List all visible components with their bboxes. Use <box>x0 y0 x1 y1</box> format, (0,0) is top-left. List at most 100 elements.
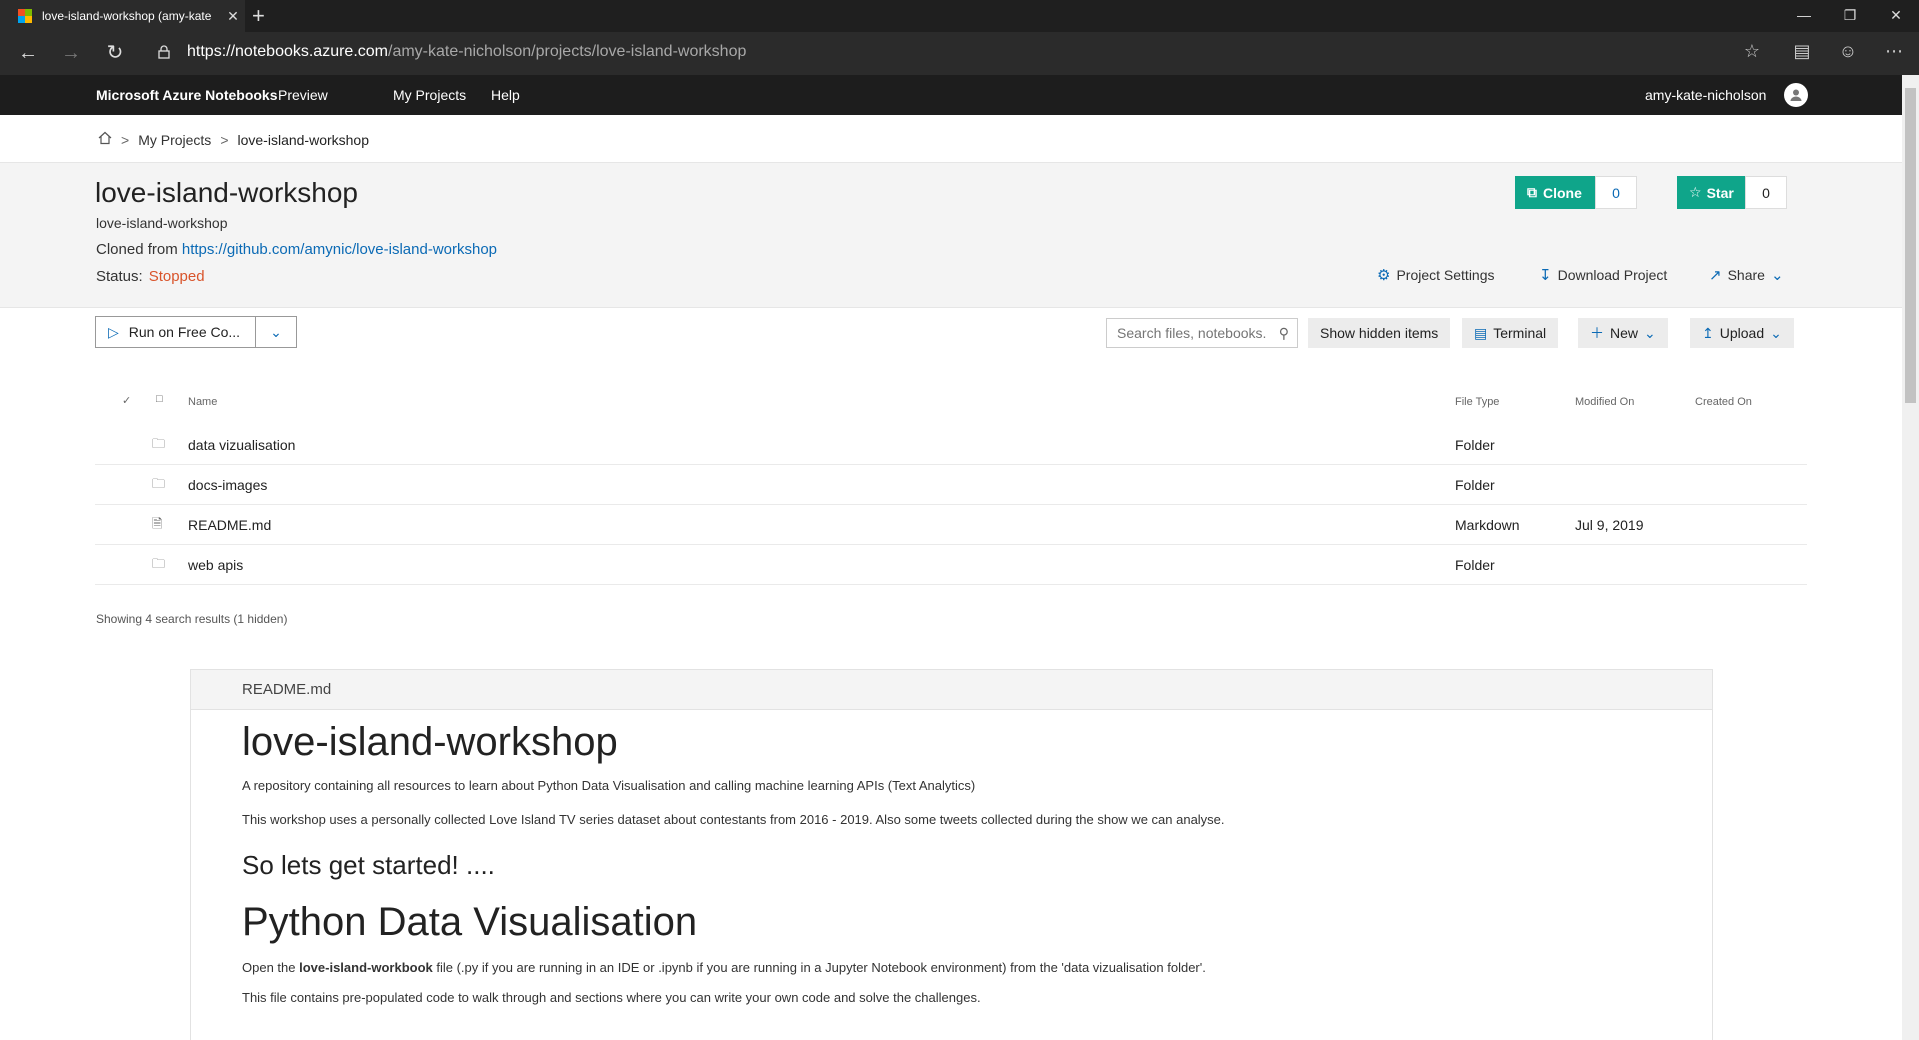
microsoft-logo-icon <box>18 9 32 23</box>
tab-title: love-island-workshop (amy-kate <box>42 9 212 23</box>
brand-title[interactable]: Microsoft Azure Notebooks <box>96 87 278 103</box>
nav-my-projects[interactable]: My Projects <box>393 87 466 103</box>
star-icon: ☆ <box>1689 184 1702 200</box>
cloned-from-label: Cloned from <box>96 241 178 258</box>
table-row[interactable]: 🗀 data vizualisation Folder <box>95 425 1807 465</box>
cloned-from-link[interactable]: https://github.com/amynic/love-island-wo… <box>182 241 497 258</box>
page-title: love-island-workshop <box>95 177 359 208</box>
browser-tab[interactable]: love-island-workshop (amy-kate ✕ <box>0 0 245 32</box>
upload-icon: ↥ <box>1702 324 1714 341</box>
status: Status: Stopped <box>96 268 205 285</box>
lock-icon <box>158 45 170 62</box>
feedback-smiley-icon[interactable]: ☺ <box>1834 41 1862 62</box>
folder-icon: 🗀 <box>152 476 166 491</box>
username[interactable]: amy-kate-nicholson <box>1645 87 1766 103</box>
table-row[interactable]: 🗀 docs-images Folder <box>95 465 1807 505</box>
chevron-down-icon: ⌄ <box>1644 324 1656 341</box>
favorite-star-icon[interactable]: ☆ <box>1738 41 1766 62</box>
table-row[interactable]: 🗎 README.md Markdown Jul 9, 2019 <box>95 505 1807 545</box>
reading-list-icon[interactable]: ▤ <box>1788 41 1816 62</box>
file-type: Folder <box>1455 557 1495 573</box>
browser-tab-bar: love-island-workshop (amy-kate ✕ + — ❐ ✕ <box>0 0 1919 32</box>
readme-paragraph: Open the love-island-workbook file (.py … <box>242 960 1206 975</box>
share-label: Share <box>1727 267 1765 283</box>
new-button[interactable]: ＋ New ⌄ <box>1578 318 1668 348</box>
chevron-down-icon: ⌄ <box>1770 324 1782 341</box>
play-icon: ▷ <box>108 323 119 340</box>
readme-paragraph: This file contains pre-populated code to… <box>242 990 981 1005</box>
search-icon[interactable]: ⚲ <box>1279 325 1289 342</box>
breadcrumb-separator: > <box>121 131 130 148</box>
run-button[interactable]: ▷ Run on Free Co... <box>96 317 256 347</box>
preview-label: Preview <box>278 87 328 103</box>
run-split-button: ▷ Run on Free Co... ⌄ <box>95 316 297 348</box>
close-window-icon[interactable]: ✕ <box>1873 0 1919 32</box>
breadcrumb: > My Projects > love-island-workshop <box>98 131 369 148</box>
refresh-icon[interactable]: ↻ <box>99 38 131 70</box>
modified-on: Jul 9, 2019 <box>1575 517 1644 533</box>
chevron-down-icon: ⌄ <box>270 323 282 340</box>
file-icon: 🗎 <box>152 516 163 531</box>
star-label: Star <box>1706 184 1734 201</box>
more-icon[interactable]: ⋯ <box>1880 41 1908 62</box>
url-field[interactable]: https://notebooks.azure.com/amy-kate-nic… <box>187 43 746 61</box>
readme-paragraph: This workshop uses a personally collecte… <box>242 812 1225 827</box>
file-type-icon: □ <box>156 393 163 405</box>
share-button[interactable]: ↗ Share ⌄ <box>1709 266 1784 284</box>
run-dropdown-button[interactable]: ⌄ <box>256 317 296 347</box>
terminal-icon: ▤ <box>1474 324 1488 341</box>
forward-icon[interactable]: → <box>55 38 87 70</box>
terminal-label: Terminal <box>1493 325 1547 341</box>
readme-filename: README.md <box>191 670 1712 710</box>
file-name[interactable]: README.md <box>188 517 271 533</box>
readme-subheading: So lets get started! .... <box>242 850 495 880</box>
avatar[interactable] <box>1784 83 1808 107</box>
scrollbar-thumb[interactable] <box>1905 88 1916 403</box>
nav-help[interactable]: Help <box>491 87 520 103</box>
status-label: Status: <box>96 268 143 285</box>
column-header-created[interactable]: Created On <box>1695 396 1752 408</box>
project-settings-button[interactable]: ⚙ Project Settings <box>1377 266 1495 284</box>
cloned-from: Cloned from https://github.com/amynic/lo… <box>96 241 497 258</box>
back-icon[interactable]: ← <box>12 38 44 70</box>
column-header-modified[interactable]: Modified On <box>1575 396 1634 408</box>
breadcrumb-my-projects[interactable]: My Projects <box>138 132 211 148</box>
upload-label: Upload <box>1719 325 1765 341</box>
star-count[interactable]: 0 <box>1745 176 1787 209</box>
plus-icon: ＋ <box>1590 325 1604 341</box>
download-project-button[interactable]: ↧ Download Project <box>1539 266 1667 284</box>
user-icon <box>1790 89 1802 101</box>
folder-icon: 🗀 <box>152 436 166 451</box>
minimize-icon[interactable]: — <box>1781 0 1827 32</box>
breadcrumb-current: love-island-workshop <box>237 131 370 148</box>
table-row[interactable]: 🗀 web apis Folder <box>95 545 1807 585</box>
chevron-down-icon: ⌄ <box>1770 267 1784 284</box>
terminal-button[interactable]: ▤ Terminal <box>1462 318 1559 348</box>
file-name[interactable]: web apis <box>188 557 243 573</box>
clone-count[interactable]: 0 <box>1595 176 1637 209</box>
select-all-checkbox[interactable]: ✓ <box>122 394 131 407</box>
file-type: Folder <box>1455 477 1495 493</box>
new-label: New <box>1610 325 1639 341</box>
home-icon[interactable] <box>98 131 112 148</box>
clone-label: Clone <box>1543 184 1582 201</box>
clone-button[interactable]: ⧉ Clone <box>1515 176 1595 209</box>
show-hidden-items-button[interactable]: Show hidden items <box>1308 318 1451 348</box>
star-button[interactable]: ☆ Star <box>1677 176 1749 209</box>
readme-preview: README.md love-island-workshop A reposit… <box>190 669 1713 1040</box>
project-subtitle: love-island-workshop <box>96 215 228 231</box>
upload-button[interactable]: ↥ Upload ⌄ <box>1690 318 1794 348</box>
project-settings-label: Project Settings <box>1396 267 1495 283</box>
share-icon: ↗ <box>1709 267 1722 284</box>
new-tab-button[interactable]: + <box>252 3 265 29</box>
column-header-file-type[interactable]: File Type <box>1455 396 1499 408</box>
file-name[interactable]: docs-images <box>188 477 267 493</box>
search-input[interactable] <box>1117 325 1267 341</box>
close-tab-icon[interactable]: ✕ <box>221 8 245 25</box>
file-type: Markdown <box>1455 517 1520 533</box>
restore-icon[interactable]: ❐ <box>1827 0 1873 32</box>
column-header-name[interactable]: Name <box>188 396 217 408</box>
search-box: ⚲ <box>1106 318 1298 348</box>
breadcrumb-separator: > <box>220 131 229 148</box>
file-name[interactable]: data vizualisation <box>188 437 295 453</box>
